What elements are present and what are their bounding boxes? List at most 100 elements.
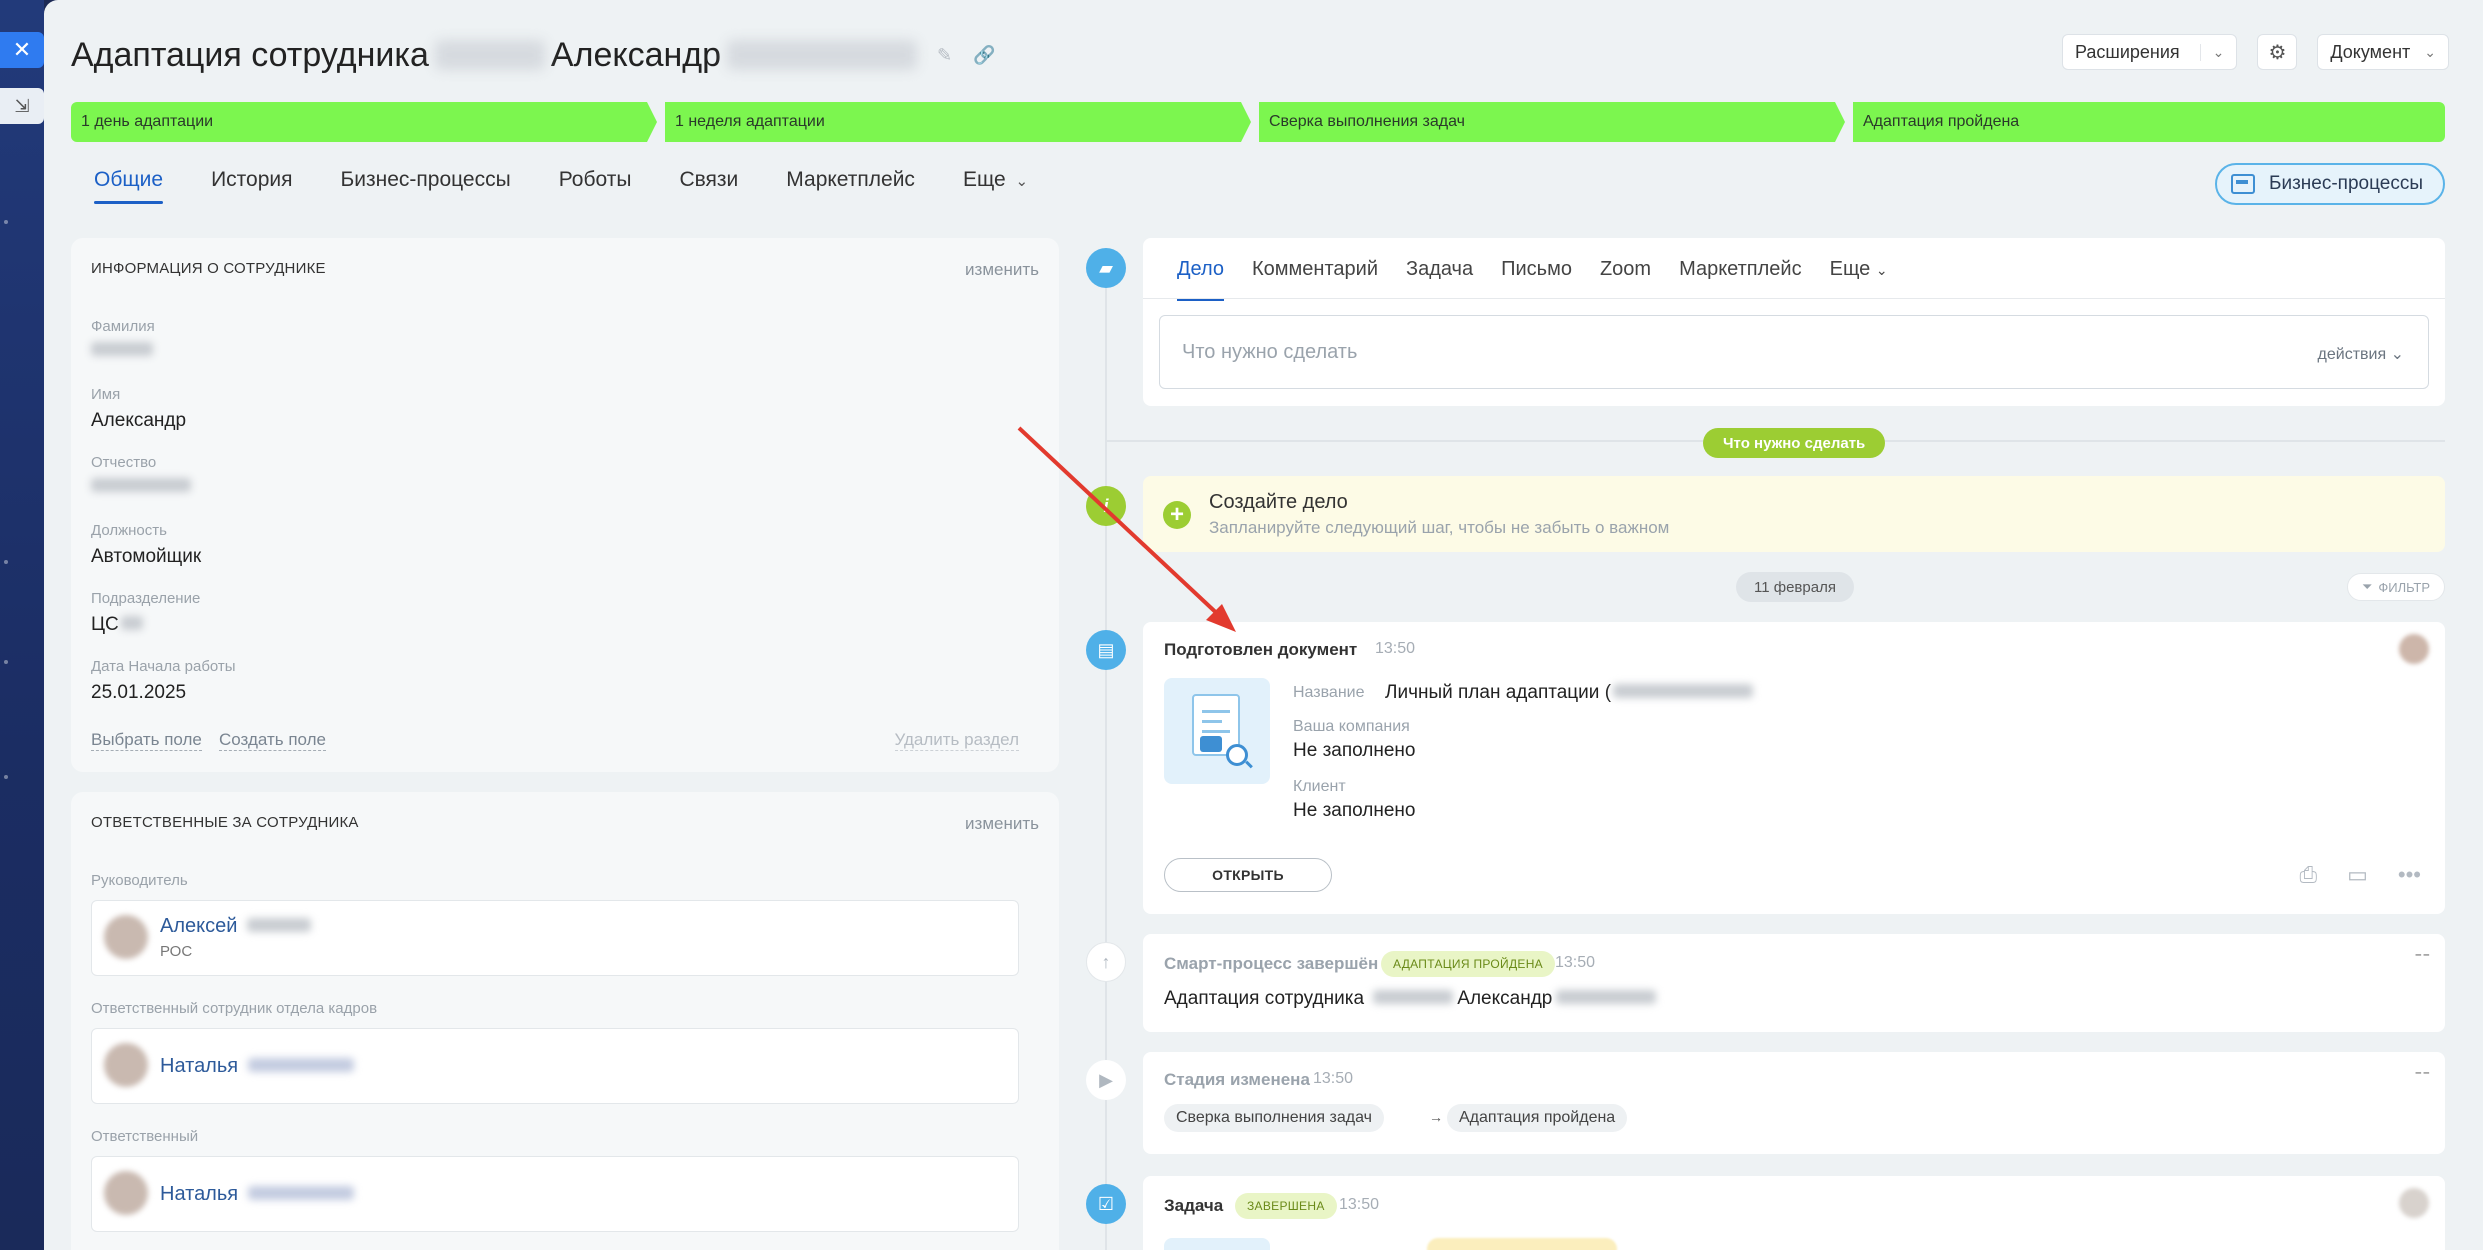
person-manager[interactable]: Алексей РОС: [91, 900, 1019, 976]
tab-marketplace[interactable]: Маркетплейс: [786, 168, 915, 204]
avatar: [2399, 1188, 2429, 1218]
arrow-up-icon: ↑: [1086, 942, 1126, 982]
status-badge: АДАПТАЦИЯ ПРОЙДЕНА: [1381, 951, 1555, 977]
filter-button[interactable]: ⏷ ФИЛЬТР: [2346, 573, 2445, 601]
gear-icon[interactable]: ⚙: [2257, 34, 2298, 70]
composer-tab-email[interactable]: Письмо: [1501, 258, 1572, 281]
stage-2[interactable]: 1 неделя адаптации: [665, 102, 1251, 142]
filter-label: ФИЛЬТР: [2378, 579, 2430, 595]
app-logo: ━ ━: [2415, 950, 2429, 960]
composer-tab-task[interactable]: Задача: [1406, 258, 1473, 281]
responsible-card: Ответственные за сотрудника изменить Рук…: [71, 792, 1059, 1250]
minimize-icon[interactable]: ⇲: [0, 88, 44, 124]
composer-tab-more-label: Еще: [1829, 258, 1871, 280]
delete-section-link[interactable]: Удалить раздел: [894, 730, 1019, 751]
sidebar-dot: [4, 660, 8, 664]
composer-tab-more[interactable]: Еще ⌄: [1830, 258, 1888, 281]
open-button[interactable]: ОТКРЫТЬ: [1164, 858, 1332, 892]
chevron-down-icon: ⌄: [1015, 173, 1029, 190]
create-task-card[interactable]: + Создайте дело Запланируйте следующий ш…: [1143, 476, 2445, 552]
plus-icon[interactable]: +: [1163, 501, 1191, 529]
doc-name-text: Личный план адаптации (: [1385, 682, 1612, 703]
event-time: 13:50: [1339, 1196, 1380, 1213]
department-text: ЦС: [91, 614, 119, 635]
info-icon: i: [1086, 486, 1126, 526]
note-icon[interactable]: ▭: [2347, 862, 2368, 888]
business-processes-button[interactable]: Бизнес-процессы: [2215, 163, 2445, 205]
avatar: [2399, 634, 2429, 664]
avatar: [104, 1043, 148, 1087]
edit-link-icons[interactable]: ✎ 🔗: [937, 45, 1004, 66]
close-icon[interactable]: ✕: [0, 32, 44, 68]
tab-general[interactable]: Общие: [94, 168, 164, 204]
task-event-card: Задача ЗАВЕРШЕНА 13:50: [1143, 1176, 2445, 1250]
business-process-icon: [2231, 174, 2255, 194]
edit-link[interactable]: изменить: [965, 814, 1039, 834]
doc-company-label: Ваша компания: [1293, 718, 1410, 735]
person-name[interactable]: Алексей: [160, 915, 311, 938]
chevron-down-icon: ⌄: [2199, 43, 2224, 61]
stage-from-chip: Сверка выполнения задач: [1164, 1104, 1384, 1132]
more-icon[interactable]: •••: [2398, 862, 2421, 888]
left-sidebar: ✕ ⇲: [0, 0, 44, 1250]
person-name-text: Наталья: [160, 1183, 239, 1205]
todo-subtitle: Запланируйте следующий шаг, чтобы не заб…: [1209, 518, 1670, 537]
todo-title: Создайте дело: [1209, 491, 1348, 513]
composer-tab-marketplace[interactable]: Маркетплейс: [1679, 258, 1802, 281]
select-field-link[interactable]: Выбрать поле: [91, 730, 202, 751]
person-responsible[interactable]: Наталья: [91, 1156, 1019, 1232]
tab-history[interactable]: История: [211, 168, 292, 204]
sidebar-dot: [4, 220, 8, 224]
extensions-label: Расширения: [2074, 41, 2180, 62]
doc-name-label: Название: [1293, 684, 1365, 701]
document-preview-icon[interactable]: [1164, 678, 1270, 784]
document-label: Документ: [2330, 41, 2411, 62]
stage-4[interactable]: Адаптация пройдена: [1853, 102, 2445, 142]
smart-process-event-card: Смарт-процесс завершён АДАПТАЦИЯ ПРОЙДЕН…: [1143, 934, 2445, 1032]
arrow-right-icon: →: [1429, 1109, 1443, 1125]
actions-dropdown[interactable]: действия ⌄: [2318, 344, 2404, 364]
field-value-start-date: 25.01.2025: [91, 682, 187, 703]
event-time: 13:50: [1375, 640, 1416, 657]
person-hr[interactable]: Наталья: [91, 1028, 1019, 1104]
field-label-start-date: Дата Начала работы: [91, 658, 236, 675]
tab-robots[interactable]: Роботы: [559, 168, 632, 204]
doc-name-value[interactable]: Личный план адаптации (: [1385, 682, 1754, 704]
printer-icon[interactable]: ⎙: [2299, 862, 2317, 888]
field-label-department: Подразделение: [91, 590, 201, 607]
date-pill: 11 февраля: [1736, 572, 1854, 602]
comment-icon: ▰: [1086, 248, 1126, 288]
composer-tab-zoom[interactable]: Zoom: [1600, 258, 1651, 281]
document-icon: ▤: [1086, 630, 1126, 670]
tab-business-processes[interactable]: Бизнес-процессы: [341, 168, 511, 204]
composer-tab-comment[interactable]: Комментарий: [1252, 258, 1378, 281]
field-value-name: Александр: [91, 410, 187, 431]
field-label-responsible: Ответственный: [91, 1128, 199, 1145]
composer-tab-deal[interactable]: Дело: [1177, 258, 1225, 301]
person-name[interactable]: Наталья: [160, 1183, 354, 1206]
todo-input[interactable]: Что нужно сделать действия ⌄: [1159, 315, 2429, 389]
event-time: 13:50: [1313, 1070, 1354, 1087]
tab-more[interactable]: Еще ⌄: [963, 168, 1028, 204]
tab-links[interactable]: Связи: [679, 168, 738, 204]
document-button[interactable]: Документ ⌄: [2317, 34, 2449, 70]
page-title: Адаптация сотрудника: [71, 35, 429, 74]
tab-more-label: Еще: [962, 168, 1006, 191]
actions-label: действия: [2317, 346, 2387, 363]
field-label-surname: Фамилия: [91, 318, 155, 335]
event-title: Задача: [1164, 1196, 1224, 1215]
person-name[interactable]: Наталья: [160, 1055, 354, 1078]
doc-client-value: Не заполнено: [1293, 800, 1416, 821]
stage-3[interactable]: Сверка выполнения задач: [1259, 102, 1845, 142]
person-name-text: Наталья: [160, 1055, 239, 1077]
deadline-badge: [1427, 1238, 1617, 1250]
document-event-card: Подготовлен документ 13:50 Название Личн…: [1143, 622, 2445, 914]
extensions-button[interactable]: Расширения ⌄: [2061, 34, 2238, 70]
status-badge: ЗАВЕРШЕНА: [1235, 1193, 1337, 1219]
employee-info-card: Информация о сотруднике изменить Фамилия…: [71, 238, 1059, 772]
create-field-link[interactable]: Создать поле: [219, 730, 326, 751]
card-actions: ⎙ ▭ •••: [2299, 862, 2421, 888]
stage-1[interactable]: 1 день адаптации: [71, 102, 657, 142]
todo-pill: Что нужно сделать: [1703, 428, 1886, 458]
edit-link[interactable]: изменить: [965, 260, 1039, 280]
